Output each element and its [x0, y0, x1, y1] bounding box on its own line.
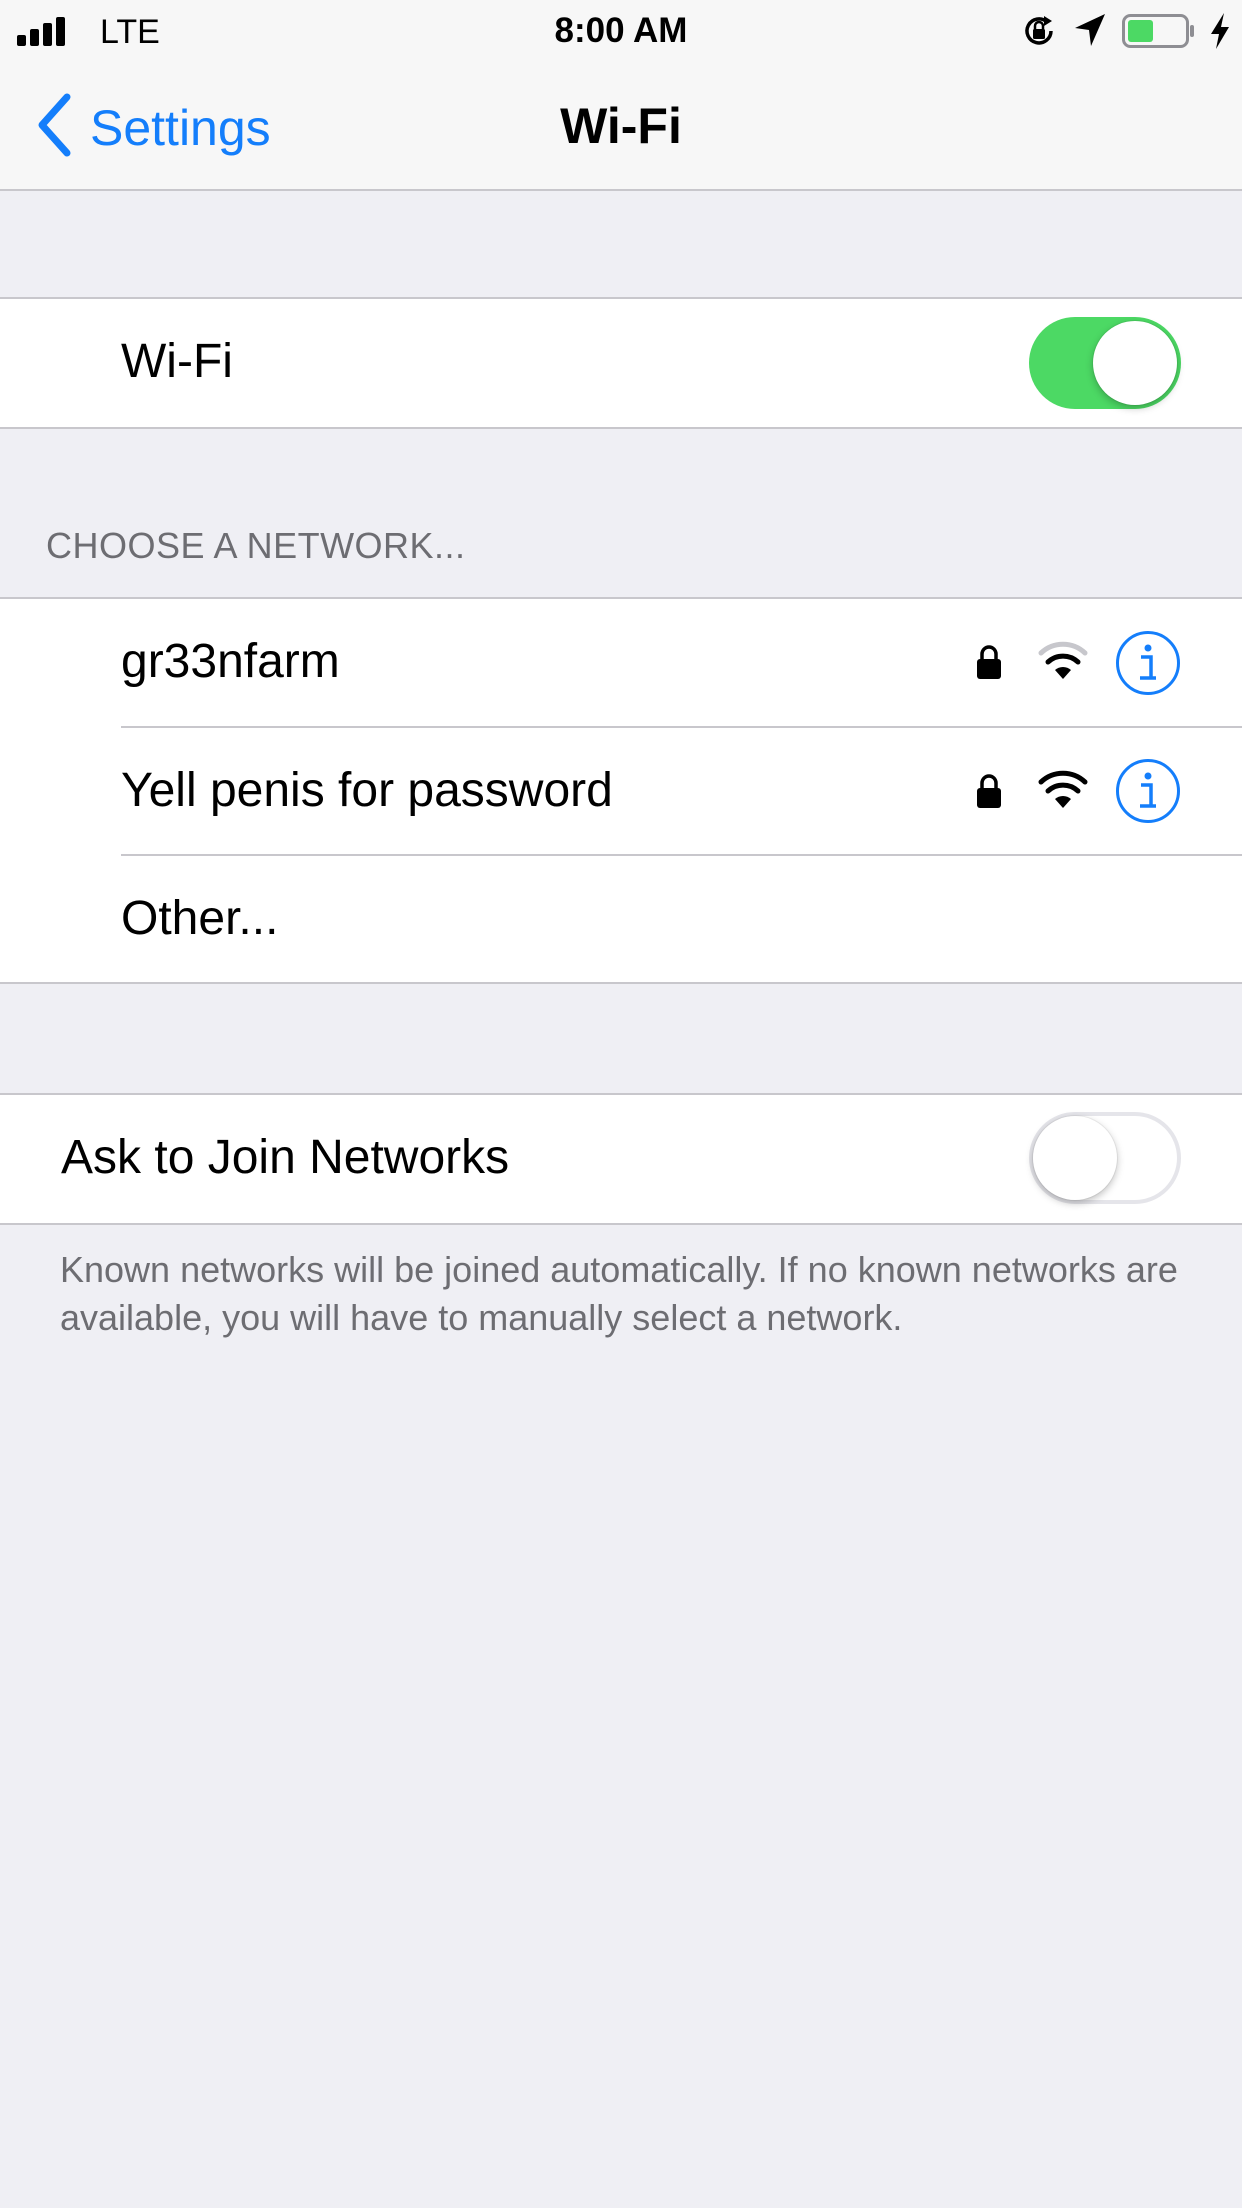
wifi-signal-icon: [1038, 770, 1088, 808]
network-section-header: CHOOSE A NETWORK...: [46, 525, 466, 566]
wifi-toggle-row: Wi-Fi: [0, 299, 1242, 427]
info-icon[interactable]: [1115, 630, 1181, 696]
ask-to-join-group: Ask to Join Networks: [0, 1093, 1242, 1225]
network-row-yell[interactable]: Yell penis for password: [0, 728, 1242, 854]
other-network-label: Other...: [121, 892, 279, 945]
ask-to-join-footer: Known networks will be joined automatica…: [60, 1249, 1178, 1338]
toggle-knob: [1093, 321, 1177, 405]
orientation-lock-icon: [1025, 16, 1053, 45]
navigation-bar: Settings Wi-Fi: [0, 60, 1242, 191]
toggle-knob: [1033, 1116, 1117, 1200]
wifi-signal-icon: [1038, 641, 1088, 679]
network-list: gr33nfarm Yell penis for password Other.…: [0, 597, 1242, 984]
network-name: Yell penis for password: [121, 764, 613, 817]
charging-bolt-icon: [1211, 13, 1229, 49]
wifi-toggle-label: Wi-Fi: [121, 335, 233, 388]
lock-icon: [977, 774, 1001, 808]
battery-icon: [1122, 14, 1194, 48]
wifi-toggle-switch[interactable]: [1029, 317, 1181, 409]
status-bar: LTE 8:00 AM: [0, 0, 1242, 60]
lock-icon: [977, 645, 1001, 679]
network-row-gr33nfarm[interactable]: gr33nfarm: [0, 599, 1242, 726]
ask-to-join-row: Ask to Join Networks: [0, 1095, 1242, 1223]
network-row-other[interactable]: Other...: [0, 856, 1242, 982]
ask-to-join-switch[interactable]: [1029, 1112, 1181, 1204]
page-title: Wi-Fi: [560, 98, 682, 154]
network-name: gr33nfarm: [121, 635, 340, 688]
location-arrow-icon: [1075, 14, 1105, 46]
wifi-toggle-group: Wi-Fi: [0, 297, 1242, 429]
info-icon[interactable]: [1115, 758, 1181, 824]
ask-to-join-label: Ask to Join Networks: [61, 1131, 510, 1184]
